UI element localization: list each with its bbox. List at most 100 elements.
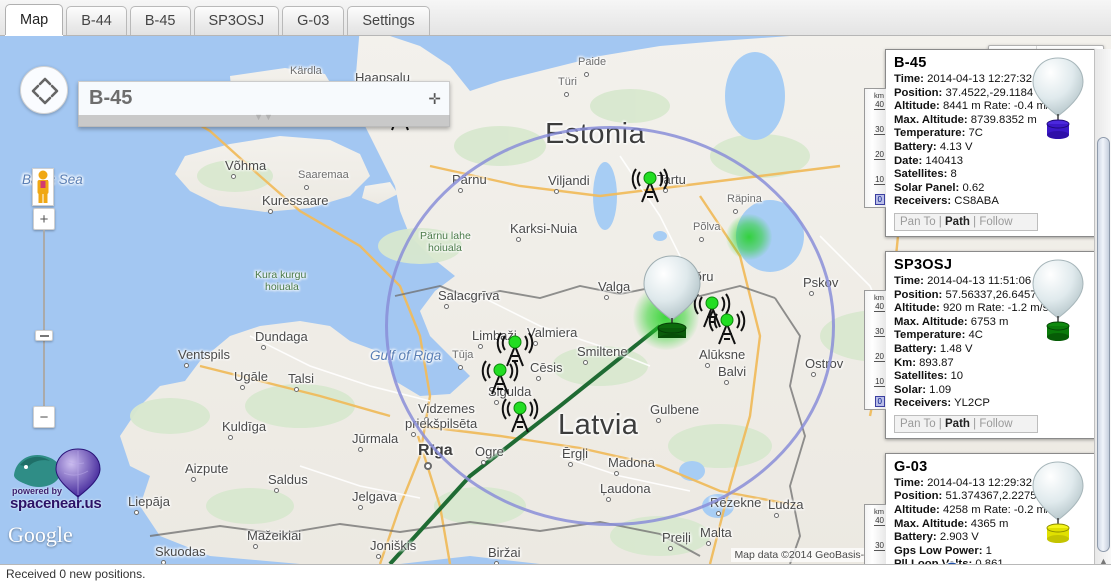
street-view-pegman[interactable] <box>32 168 54 206</box>
map-city-dot <box>706 541 711 546</box>
vehicle-info-panels: km 40 30 20 10 0 B-45 Time: 2014-04-13 1… <box>864 49 1111 583</box>
pan-right-icon <box>50 84 59 98</box>
vehicle-panel-sp3osj[interactable]: km 40 30 20 10 0 SP3OSJ Time: 2014-04-13… <box>864 250 1096 439</box>
map-city-dot <box>376 554 381 559</box>
map-city-dot <box>231 174 236 179</box>
panel-row-km: Km: 893.87 <box>894 356 954 369</box>
path-link[interactable]: Path <box>945 216 970 228</box>
zoom-out-button[interactable]: − <box>33 406 55 428</box>
gauge-tick-30: 30 <box>874 125 885 135</box>
pan-up-icon <box>38 77 52 86</box>
gauge-tick-10: 10 <box>874 175 885 185</box>
pan-to-link[interactable]: Pan To <box>900 418 936 430</box>
map-city-dot <box>253 544 258 549</box>
map-city-dot <box>304 185 309 190</box>
gauge-tick-30: 30 <box>874 540 885 551</box>
map-city-dot <box>228 435 233 440</box>
pan-down-icon <box>38 96 52 105</box>
balloon-marker-sp3osj[interactable] <box>636 248 708 344</box>
map-city-dot <box>191 477 196 482</box>
panels-scrollbar[interactable]: ▲ <box>1094 49 1111 583</box>
map-city-dot <box>668 546 673 551</box>
map-city-dot <box>261 345 266 350</box>
map-city-dot <box>268 209 273 214</box>
gauge-current-value: 0 <box>874 194 885 205</box>
panel-row-solar: Solar: 1.09 <box>894 383 952 396</box>
map-city-dot <box>274 488 279 493</box>
path-link[interactable]: Path <box>945 418 970 430</box>
spacenear-logo: powered by spacenear.us <box>8 445 118 516</box>
gauge-unit: km <box>874 292 884 302</box>
panel-row-solar-panel: Solar Panel: 0.62 <box>894 181 985 194</box>
panel-row-receivers: Receivers: CS8ABA <box>894 195 999 208</box>
tab-sp3osj[interactable]: SP3OSJ <box>193 6 280 35</box>
pan-control[interactable] <box>20 66 68 114</box>
panel-actions[interactable]: Pan To | Path | Follow <box>894 414 1038 433</box>
gauge-tick-40: 40 <box>874 515 885 526</box>
balloon-icon <box>1029 258 1087 348</box>
gauge-unit: km <box>874 91 884 100</box>
google-watermark: Google <box>8 522 73 547</box>
pan-left-icon <box>31 84 40 98</box>
altitude-gauge: km 40 30 20 10 0 <box>864 289 886 410</box>
map-city-dot <box>716 511 721 516</box>
gauge-current-value: 0 <box>874 395 885 407</box>
map-city-dot <box>564 92 569 97</box>
map-city-dot <box>358 447 363 452</box>
payload-glow <box>726 214 772 260</box>
tab-map[interactable]: Map <box>5 4 64 35</box>
panel-row-satellites: Satellites: 10 <box>894 370 964 383</box>
follow-link[interactable]: Follow <box>979 418 1012 430</box>
panel-actions[interactable]: Pan To | Path | Follow <box>894 212 1038 231</box>
spacenear-tracker-app: Map B-44 B-45 SP3OSJ G-03 Settings Eston… <box>0 0 1111 583</box>
reception-horizon-circle <box>385 126 835 526</box>
tab-bar: Map B-44 B-45 SP3OSJ G-03 Settings <box>0 0 1111 36</box>
zoom-track[interactable] <box>43 230 45 406</box>
gauge-tick-20: 20 <box>874 150 885 160</box>
tab-settings[interactable]: Settings <box>347 6 430 35</box>
map-city-dot <box>134 510 139 515</box>
receiver-marker[interactable] <box>478 358 522 396</box>
spacenear-wordmark: spacenear.us <box>10 495 102 512</box>
map-city-dot <box>411 432 416 437</box>
gauge-tick-40: 40 <box>874 100 885 110</box>
search-box[interactable]: ✛ <box>78 81 450 127</box>
panel-row-receivers: Receivers: YL2CP <box>894 397 990 410</box>
tab-b-45[interactable]: B-45 <box>129 6 191 35</box>
map-city-dot <box>358 505 363 510</box>
zoom-in-button[interactable]: + <box>33 208 55 230</box>
search-row[interactable]: ✛ <box>78 81 450 115</box>
panel-row-date: Date: 140413 <box>894 154 964 167</box>
scrollbar-thumb[interactable] <box>1097 137 1110 552</box>
vehicle-panel-b-45[interactable]: km 40 30 20 10 0 B-45 Time: 2014-04-13 1… <box>864 49 1096 237</box>
receiver-marker[interactable] <box>705 308 749 346</box>
status-bar: Received 0 new positions. <box>0 564 1111 583</box>
status-text: Received 0 new positions. <box>6 567 146 581</box>
map-city-dot <box>584 72 589 77</box>
follow-link[interactable]: Follow <box>979 216 1012 228</box>
balloon-icon <box>1029 460 1087 550</box>
tab-g-03[interactable]: G-03 <box>282 6 345 35</box>
map-city-dot <box>774 513 779 518</box>
tab-b-44[interactable]: B-44 <box>66 6 127 35</box>
search-input[interactable] <box>87 86 423 111</box>
receiver-marker[interactable] <box>628 166 672 204</box>
gauge-tick-20: 20 <box>874 351 885 362</box>
pan-to-link[interactable]: Pan To <box>900 216 936 228</box>
gauge-tick-10: 10 <box>874 376 885 387</box>
balloon-icon <box>1029 56 1087 146</box>
panel-row-satellites: Satellites: 8 <box>894 168 957 181</box>
zoom-thumb[interactable] <box>35 330 53 341</box>
altitude-gauge: km 40 30 20 10 0 <box>864 88 886 208</box>
zoom-slider[interactable]: + − <box>33 208 55 428</box>
map-city-dot <box>184 363 189 368</box>
map-city-dot <box>240 385 245 390</box>
search-collapse-handle[interactable] <box>78 115 450 127</box>
map-city-dot <box>424 462 432 470</box>
map-city-dot <box>294 387 299 392</box>
gauge-unit: km <box>874 506 884 516</box>
gauge-tick-30: 30 <box>874 326 885 337</box>
move-handle-icon[interactable]: ✛ <box>422 90 441 108</box>
gauge-tick-40: 40 <box>874 301 885 312</box>
receiver-marker[interactable] <box>498 396 542 434</box>
